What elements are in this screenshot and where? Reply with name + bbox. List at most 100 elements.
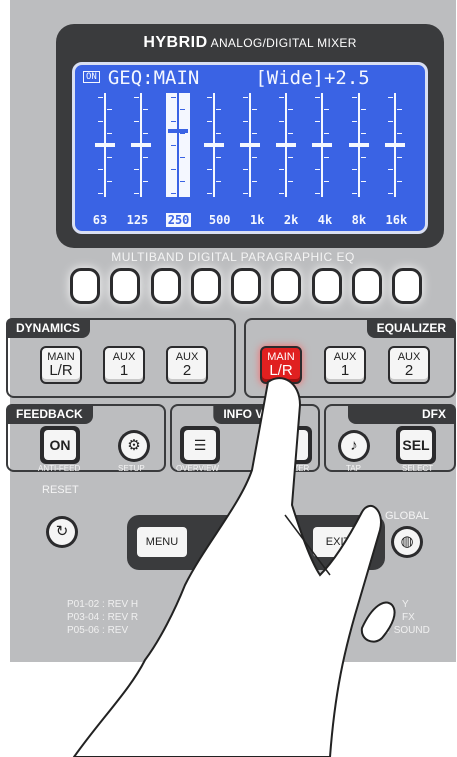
lcd-status-value: [Wide]+2.5 (255, 67, 370, 89)
anti-feed-label: ANTI-FEED (38, 464, 81, 473)
preset-text: P03-04 : REV R (67, 612, 139, 623)
fader-tick (360, 157, 366, 158)
button-label: 2 (404, 362, 414, 379)
preset-text: P05-06 : REV (67, 625, 129, 636)
mixer-panel: HYBRID ANALOG/DIGITAL MIXER ON GEQ:MAIN [W… (6, 0, 456, 662)
analyzer-icon: ▮ (276, 430, 308, 460)
band-button[interactable] (392, 268, 422, 304)
fader-tick (134, 121, 140, 122)
preset-list: P01-02 : REV H AGE P13-1 Y P03-04 : REV … (67, 598, 447, 637)
feedback-setup-button[interactable]: ⚙ (118, 430, 150, 462)
fader-tick (134, 97, 140, 98)
lcd-status-line: ON GEQ:MAIN [Wide]+2.5 (83, 67, 370, 89)
button-label: 1 (340, 362, 350, 379)
preset-text: FX (402, 612, 415, 623)
dynamics-main-lr-button[interactable]: MAIN L/R (40, 346, 82, 384)
lcd-mode: GEQ:MAIN (107, 67, 200, 89)
fader-tick (179, 133, 185, 134)
band-button[interactable] (311, 268, 342, 304)
reset-button[interactable]: ↻ (46, 516, 78, 548)
dynamics-title: DYNAMICS (6, 318, 91, 338)
overview-button[interactable]: ☰ (180, 426, 220, 464)
fader-tick (324, 109, 330, 110)
preset-row: P05-06 : REV G T SOUND (67, 624, 447, 637)
button-label: 1 (119, 362, 129, 379)
fader-tick (396, 109, 402, 110)
fader-tick (279, 193, 285, 194)
brand-title: HYBRID ANALOG/DIGITAL MIXER (56, 34, 444, 52)
fader-tick (251, 109, 257, 110)
dfx-select-button[interactable]: SEL (396, 426, 436, 464)
fader-tick (387, 193, 393, 194)
band-label: 1k (249, 213, 265, 227)
eq-fader (203, 93, 224, 197)
dfx-title: DFX (348, 404, 456, 424)
equalizer-main-lr-button[interactable]: MAIN L/R (260, 346, 302, 384)
band-button[interactable] (110, 268, 141, 304)
reset-label: RESET (42, 484, 79, 496)
band-button[interactable] (351, 268, 382, 304)
eq-fader (312, 93, 333, 197)
fader-tick (170, 97, 176, 98)
fader-tick (98, 169, 104, 170)
display-frame: HYBRID ANALOG/DIGITAL MIXER ON GEQ:MAIN [W… (56, 24, 444, 248)
button-label: L/R (269, 362, 293, 379)
fader-knob (95, 143, 116, 147)
fader-knob (276, 143, 297, 147)
fader-tick (242, 193, 248, 194)
band-select-buttons (70, 268, 422, 304)
equalizer-aux1-button[interactable]: AUX 1 (324, 346, 366, 384)
fader-tick (215, 157, 221, 158)
fader-tick (351, 193, 357, 194)
preset-text: P13-1 (324, 599, 351, 610)
band-button[interactable] (150, 268, 181, 304)
fader-tick (179, 157, 185, 158)
eq-fader (131, 93, 152, 197)
overview-label: OVERVIEW (176, 464, 219, 473)
fader-knob (239, 143, 260, 147)
band-label: 63 (92, 213, 108, 227)
dynamics-aux2-button[interactable]: AUX 2 (166, 346, 208, 384)
fader-tick (143, 181, 149, 182)
lcd-screen: ON GEQ:MAIN [Wide]+2.5 63 125 250 500 1k 2k 4k 8k… (72, 62, 428, 234)
info-view-title: INFO VI (213, 404, 277, 424)
eq-fader (384, 93, 405, 197)
fader-tick (242, 121, 248, 122)
fader-tick (179, 181, 185, 182)
fader-knob (131, 143, 152, 147)
eq-caption: MULTIBAND DIGITAL PARAGRAPHIC EQ (111, 250, 355, 264)
eq-fader (239, 93, 260, 197)
fader-tick (206, 193, 212, 194)
fader-knob (384, 143, 405, 147)
fader-tick (206, 121, 212, 122)
fader-tick (324, 133, 330, 134)
tap-button[interactable]: ♪ (338, 430, 370, 462)
equalizer-aux2-button[interactable]: AUX 2 (388, 346, 430, 384)
fader-tick (351, 121, 357, 122)
global-label: GLOBAL (385, 510, 430, 522)
fader-tick (315, 97, 321, 98)
band-button[interactable] (70, 268, 100, 304)
fader-tick (279, 97, 285, 98)
band-button[interactable] (271, 268, 302, 304)
on-indicator: ON (83, 71, 100, 83)
feedback-title: FEEDBACK (6, 404, 93, 424)
equalizer-title: EQUALIZER (366, 318, 456, 338)
fader-tick (315, 193, 321, 194)
menu-button[interactable]: MENU (137, 527, 187, 557)
navigation-pad: MENU EXIT (127, 515, 385, 570)
dynamics-aux1-button[interactable]: AUX 1 (103, 346, 145, 384)
fader-tick (324, 181, 330, 182)
band-button[interactable] (190, 268, 221, 304)
fader-tick (170, 145, 176, 146)
exit-button[interactable]: EXIT (313, 527, 363, 557)
band-label: 4k (317, 213, 333, 227)
global-button[interactable]: ◍ (391, 526, 423, 558)
analyzer-button[interactable]: ▮ (272, 426, 312, 464)
list-icon: ☰ (184, 430, 216, 460)
feedback-on-button[interactable]: ON (40, 426, 80, 464)
preset-text: Y (402, 599, 409, 610)
fader-tick (215, 133, 221, 134)
band-button[interactable] (231, 268, 261, 304)
feedback-section: FEEDBACK ON ⚙ ANTI-FEED SETUP (6, 404, 166, 473)
